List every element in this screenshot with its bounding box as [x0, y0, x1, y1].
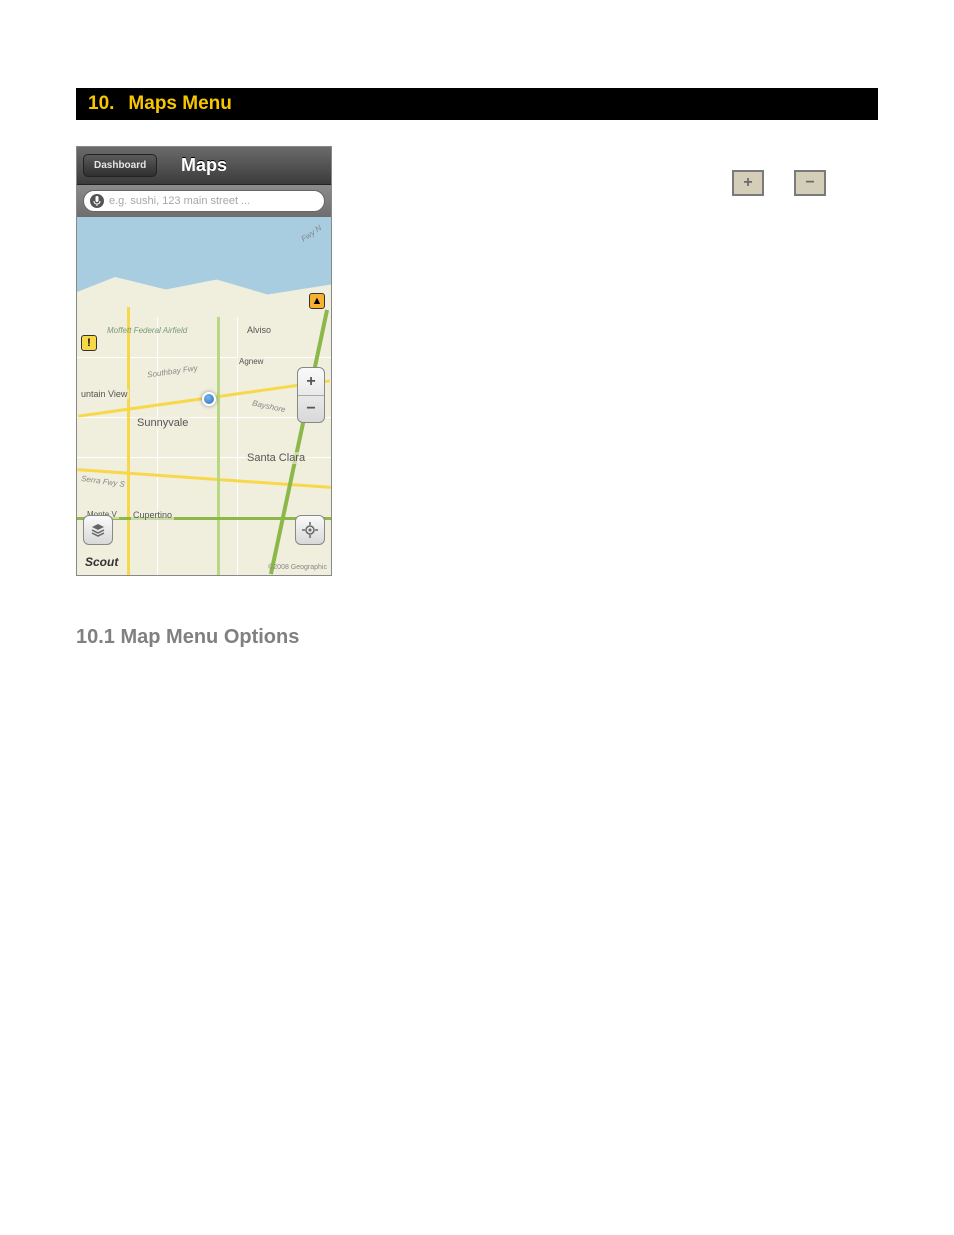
section-number: 10.: [88, 93, 114, 115]
label-moffett: Moffett Federal Airfield: [107, 327, 187, 335]
label-santaclara: Santa Clara: [245, 452, 307, 464]
map-grid: [77, 417, 331, 418]
warning-icon[interactable]: ▲: [309, 293, 325, 309]
current-location-icon: [202, 392, 216, 406]
warning-icon[interactable]: !: [81, 335, 97, 351]
locate-button[interactable]: [295, 515, 325, 545]
map-zoom-out-button[interactable]: −: [298, 395, 324, 422]
label-agnew: Agnew: [237, 357, 265, 366]
label-mountainview: untain View: [79, 389, 129, 399]
doc-zoom-out-button[interactable]: −: [794, 170, 826, 196]
map-zoom-in-button[interactable]: +: [298, 368, 324, 395]
copyright-label: ©2008 Geographic: [268, 564, 327, 571]
search-bar: e.g. sushi, 123 main street ...: [77, 185, 331, 217]
search-placeholder: e.g. sushi, 123 main street ...: [109, 195, 250, 207]
phone-screenshot: Dashboard Maps e.g. sushi, 123 main stre…: [76, 146, 332, 576]
dashboard-button[interactable]: Dashboard: [83, 154, 157, 177]
doc-zoom-in-button[interactable]: +: [732, 170, 764, 196]
section-title: Maps Menu: [128, 93, 231, 115]
map-zoom-controls: + −: [297, 367, 325, 423]
map-grid: [77, 357, 331, 358]
mic-icon[interactable]: [90, 194, 104, 208]
map-road: [127, 307, 130, 576]
phone-titlebar: Dashboard Maps: [77, 147, 331, 185]
label-sunnyvale: Sunnyvale: [135, 417, 190, 429]
label-alviso: Alviso: [245, 325, 273, 335]
section-header: 10. Maps Menu: [76, 88, 878, 120]
content-row: Dashboard Maps e.g. sushi, 123 main stre…: [76, 146, 878, 576]
label-southbay: Southbay Fwy: [147, 364, 198, 380]
label-cupertino: Cupertino: [131, 510, 174, 520]
document-zoom-buttons: + −: [732, 170, 826, 196]
search-input[interactable]: e.g. sushi, 123 main street ...: [83, 190, 325, 212]
label-bayshore: Bayshore: [251, 399, 286, 415]
subsection-title: 10.1 Map Menu Options: [76, 626, 878, 649]
label-serra: Serra Fwy S: [81, 474, 126, 489]
map-grid: [237, 317, 238, 576]
map-grid: [157, 317, 158, 576]
layers-button[interactable]: [83, 515, 113, 545]
scout-label: Scout: [85, 555, 118, 569]
map-area[interactable]: ! ▲ Moffett Federal Airfield Alviso Agne…: [77, 217, 331, 575]
map-road: [217, 317, 220, 576]
